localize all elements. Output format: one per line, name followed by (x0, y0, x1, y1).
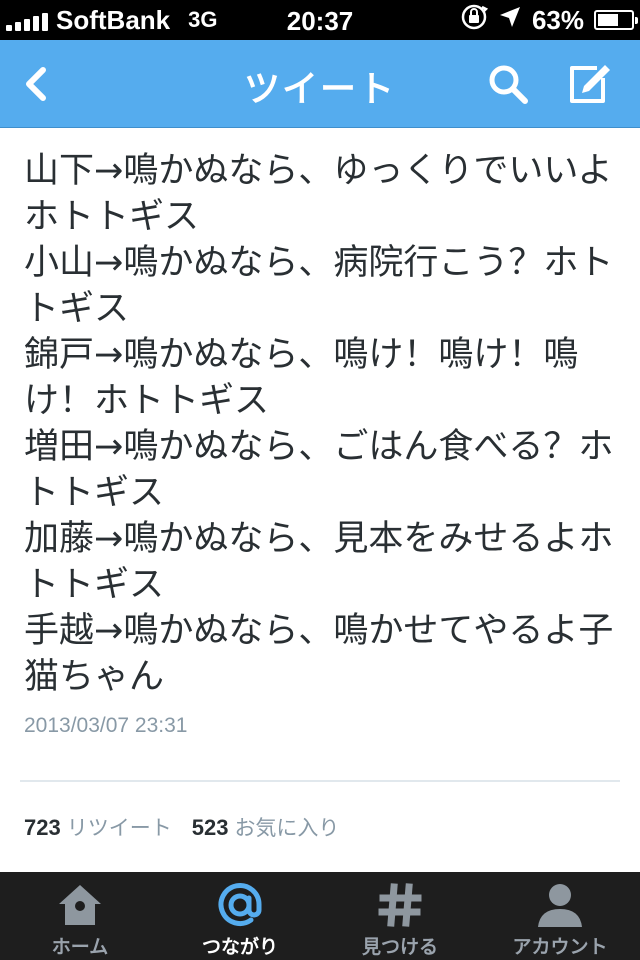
tab-home[interactable]: ホーム (0, 872, 160, 960)
tab-label: ホーム (51, 936, 109, 958)
tweet-detail: 山下→鳴かぬなら、ゆっくりでいいよホトトギス 小山→鳴かぬなら、病院行こう？ホト… (0, 128, 640, 872)
favorite-label[interactable]: お気に入り (234, 812, 339, 842)
tab-connect[interactable]: つながり (160, 872, 320, 960)
home-icon (54, 880, 106, 930)
tab-bar: ホーム つながり 見つける アカウント (0, 872, 640, 960)
compose-icon (570, 65, 610, 103)
divider (20, 780, 620, 782)
person-icon (534, 880, 586, 930)
battery-icon (594, 10, 638, 30)
search-button[interactable] (484, 60, 532, 108)
navigation-bar: ツイート (0, 40, 640, 128)
status-bar: SoftBank 3G 20:37 63% (0, 0, 640, 40)
search-icon (489, 65, 528, 104)
retweet-count[interactable]: 723 (24, 815, 61, 841)
tab-label: 見つける (361, 936, 438, 958)
retweet-label[interactable]: リツイート (67, 812, 172, 842)
page-title: ツイート (243, 69, 396, 110)
tab-discover[interactable]: 見つける (320, 872, 480, 960)
tab-label: つながり (201, 936, 278, 958)
at-icon (214, 880, 266, 930)
tweet-stats: 723 リツイート 523 お気に入り (24, 812, 359, 842)
rotation-lock-icon (460, 3, 489, 38)
tab-label: アカウント (512, 936, 608, 958)
compose-button[interactable] (566, 60, 614, 108)
tweet-text: 山下→鳴かぬなら、ゆっくりでいいよホトトギス 小山→鳴かぬなら、病院行こう？ホト… (24, 151, 614, 697)
favorite-count[interactable]: 523 (192, 815, 229, 841)
location-arrow-icon (498, 5, 522, 36)
battery-percent: 63% (531, 4, 584, 35)
tab-account[interactable]: アカウント (480, 872, 640, 960)
hashtag-icon (374, 880, 426, 930)
tweet-timestamp: 2013/03/07 23:31 (24, 714, 188, 737)
